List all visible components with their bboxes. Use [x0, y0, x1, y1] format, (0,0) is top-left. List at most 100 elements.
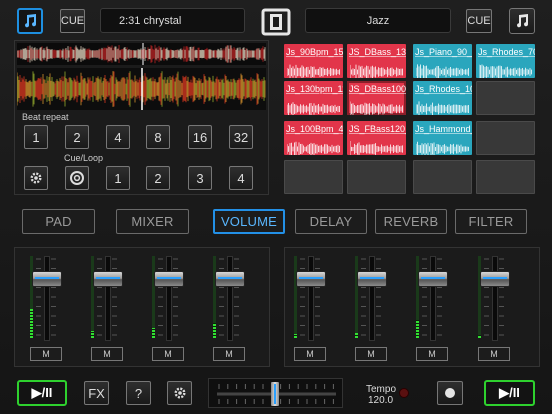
logo-icon	[261, 8, 291, 36]
tab-reverb[interactable]: REVERB	[375, 209, 447, 234]
music-note-icon	[25, 14, 37, 28]
sample-pad-label: Js_Piano_90_	[415, 47, 472, 57]
mute-button[interactable]: M	[416, 347, 448, 361]
sample-pad[interactable]	[476, 160, 535, 194]
record-button[interactable]	[437, 381, 463, 405]
track-left-display[interactable]: 2:31 chrystal	[100, 8, 245, 33]
sample-pad[interactable]	[284, 160, 343, 194]
cue-right-button[interactable]: CUE	[466, 9, 492, 33]
tab-pad[interactable]: PAD	[22, 209, 95, 234]
fader-scale	[484, 258, 504, 336]
sample-pad[interactable]	[347, 160, 406, 194]
mute-button[interactable]: M	[152, 347, 184, 361]
mute-button[interactable]: M	[294, 347, 326, 361]
mute-button[interactable]: M	[91, 347, 123, 361]
sample-pad-label: Js_100Bpm_4	[286, 124, 343, 134]
track-right-title: Jazz	[366, 14, 390, 27]
volume-fader-knob[interactable]	[357, 271, 387, 287]
sample-pad-waveform	[479, 64, 532, 78]
cue-loop-label: Cue/Loop	[64, 153, 104, 163]
loop-icon	[70, 171, 84, 185]
sample-pad[interactable]: Js_90Bpm_15	[284, 44, 343, 78]
sample-pad-label: Js_Rhodes_70	[478, 47, 535, 57]
track-right-display[interactable]: Jazz	[305, 8, 451, 33]
fader-scale	[158, 258, 178, 336]
gear-button[interactable]	[24, 166, 48, 190]
fader-scale	[422, 258, 442, 336]
sample-pad[interactable]	[413, 160, 472, 194]
fader-scale	[219, 258, 239, 336]
sample-pad[interactable]: Js_Rhodes_10	[413, 81, 472, 115]
sample-pad[interactable]: Js_Rhodes_70	[476, 44, 535, 78]
beat-repeat-button-32[interactable]: 32	[229, 125, 253, 149]
sample-pad[interactable]: Js_Hammond_	[413, 121, 472, 155]
volume-fader-knob[interactable]	[154, 271, 184, 287]
volume-fader-knob[interactable]	[296, 271, 326, 287]
beat-repeat-button-16[interactable]: 16	[188, 125, 212, 149]
sample-pad-label: JS_DBass100_	[349, 84, 406, 94]
sample-pad-label: Js_90Bpm_15	[286, 47, 343, 57]
sample-pad[interactable]	[476, 121, 535, 155]
sample-pad-waveform	[350, 64, 403, 78]
sample-pad-waveform	[350, 101, 403, 115]
mute-button[interactable]: M	[478, 347, 510, 361]
sample-pad[interactable]: JS_DBass100_	[347, 81, 406, 115]
gear-icon	[30, 172, 42, 184]
volume-fader-knob[interactable]	[215, 271, 245, 287]
beat-repeat-button-4[interactable]: 4	[106, 125, 130, 149]
cue-loop-button-1[interactable]: 1	[106, 166, 130, 190]
sample-pad[interactable]: JS_DBass_130	[347, 44, 406, 78]
fader-scale	[36, 258, 56, 336]
tempo-led	[399, 388, 409, 398]
tab-mixer[interactable]: MIXER	[116, 209, 189, 234]
volume-fader-knob[interactable]	[480, 271, 510, 287]
sample-pad-label: Js_130bpm_11	[286, 84, 343, 94]
sample-pad-waveform	[416, 101, 469, 115]
tempo-value[interactable]: 120.0	[368, 395, 393, 406]
settings-button[interactable]	[167, 381, 192, 405]
tab-volume[interactable]: VOLUME	[213, 209, 285, 234]
sample-pad[interactable]	[476, 81, 535, 115]
sample-pad-waveform	[416, 141, 469, 155]
app-logo	[261, 8, 291, 36]
loop-button[interactable]	[65, 166, 89, 190]
sample-pad-waveform	[287, 141, 340, 155]
sample-pad[interactable]: Js_Piano_90_	[413, 44, 472, 78]
help-button[interactable]: ?	[126, 381, 151, 405]
mute-button[interactable]: M	[355, 347, 387, 361]
track-left-title: 2:31 chrystal	[119, 14, 182, 27]
cue-loop-button-4[interactable]: 4	[229, 166, 253, 190]
play-pause-right-button[interactable]: ▶/II	[484, 380, 535, 406]
volume-fader-knob[interactable]	[418, 271, 448, 287]
tab-filter[interactable]: FILTER	[455, 209, 527, 234]
cue-left-button[interactable]: CUE	[60, 9, 85, 33]
music-note-right-button[interactable]	[509, 8, 535, 34]
sample-pad-label: Js_Hammond_	[415, 124, 472, 134]
beat-repeat-button-1[interactable]: 1	[24, 125, 48, 149]
sample-pad[interactable]: Js_130bpm_11	[284, 81, 343, 115]
crossfader-knob[interactable]	[271, 382, 279, 406]
cue-loop-button-2[interactable]: 2	[146, 166, 170, 190]
music-note-left-button[interactable]	[17, 8, 43, 34]
waveform-zoom[interactable]	[17, 68, 266, 110]
sample-pad-label: Js_Rhodes_10	[415, 84, 472, 94]
beat-repeat-button-8[interactable]: 8	[146, 125, 170, 149]
sample-pad-waveform	[416, 64, 469, 78]
sample-pad-waveform	[287, 102, 340, 115]
mute-button[interactable]: M	[30, 347, 62, 361]
volume-fader-knob[interactable]	[93, 271, 123, 287]
beat-repeat-button-2[interactable]: 2	[65, 125, 89, 149]
fader-scale	[97, 258, 117, 336]
cue-loop-button-3[interactable]: 3	[188, 166, 212, 190]
mute-button[interactable]: M	[213, 347, 245, 361]
play-pause-left-button[interactable]: ▶/II	[17, 380, 67, 406]
waveform-overview[interactable]	[17, 43, 266, 65]
crossfader[interactable]	[208, 378, 343, 408]
fx-button[interactable]: FX	[84, 381, 109, 405]
sample-pad-waveform	[287, 64, 340, 78]
fader-scale	[300, 258, 320, 336]
sample-pad[interactable]: Js_100Bpm_4	[284, 121, 343, 155]
volume-fader-knob[interactable]	[32, 271, 62, 287]
tab-delay[interactable]: DELAY	[295, 209, 367, 234]
sample-pad[interactable]: JS_FBass120_	[347, 121, 406, 155]
